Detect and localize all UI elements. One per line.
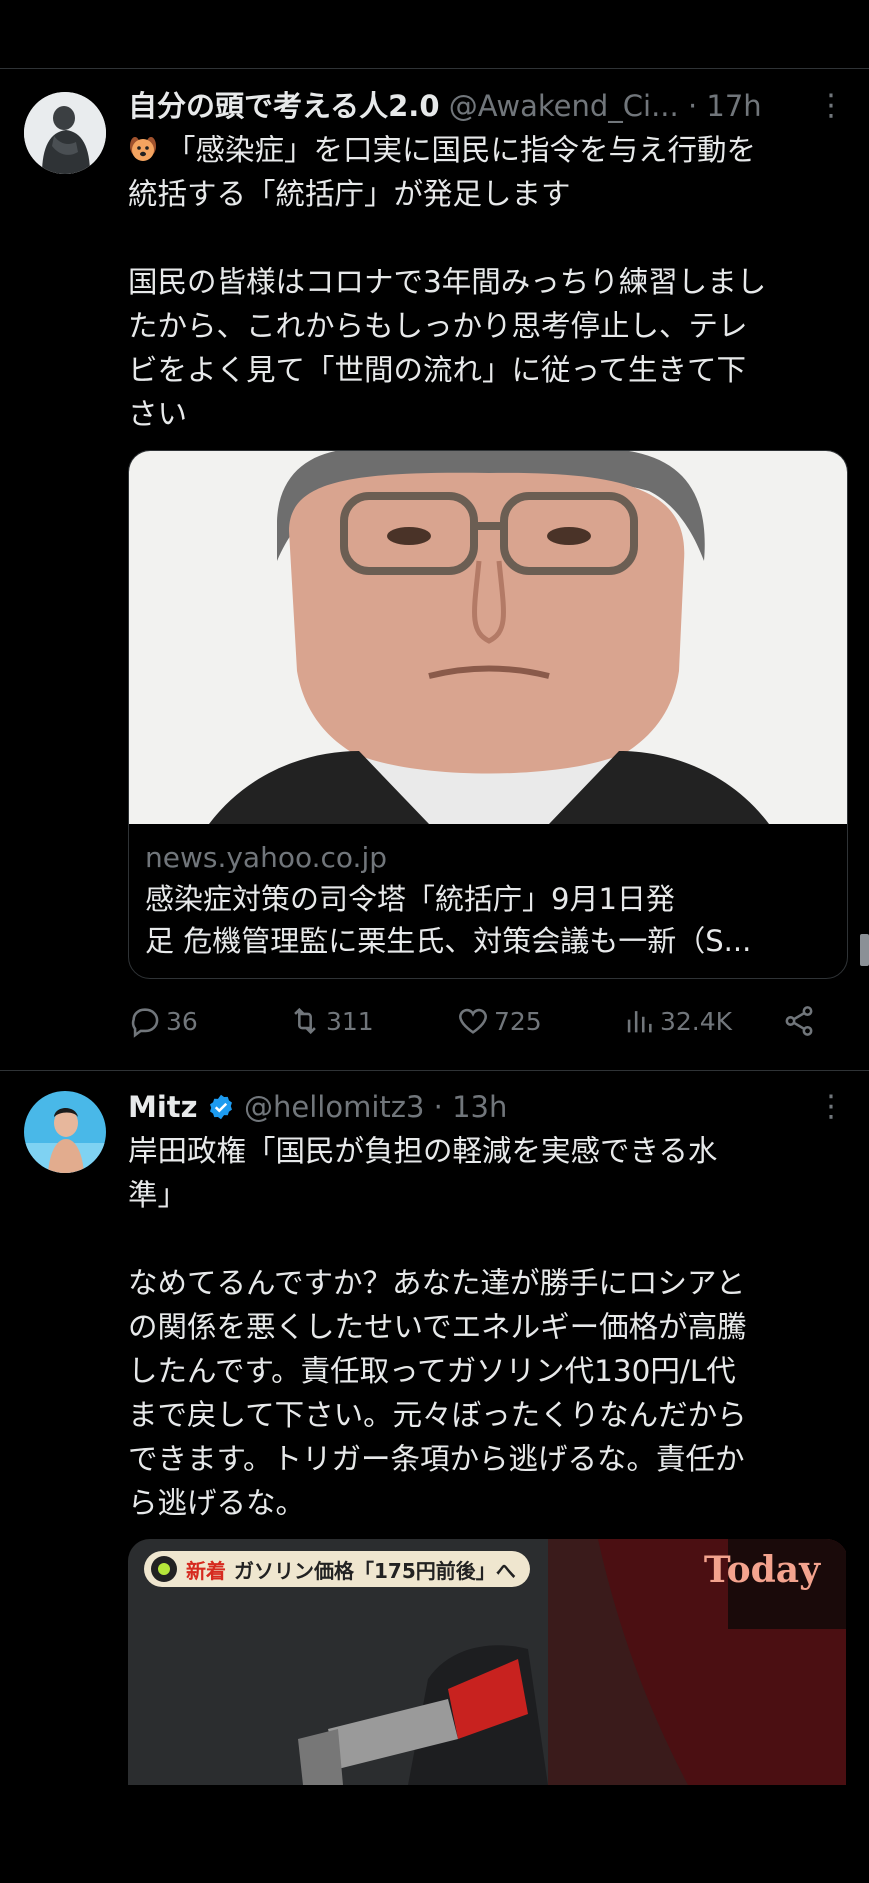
heart-icon (459, 1008, 487, 1034)
more-options-icon[interactable]: ⋮ (814, 84, 848, 128)
views-button[interactable]: 32.4K (622, 993, 732, 1049)
link-domain: news.yahoo.co.jp (145, 841, 387, 874)
link-title: 感染症対策の司令塔「統括庁」9月1日発 (145, 882, 675, 916)
verified-badge-icon (209, 1094, 232, 1120)
program-logo: Today (703, 1549, 820, 1591)
news-caption-banner: 新着 ガソリン価格「175円前後」へ (144, 1551, 530, 1587)
live-dot-icon (151, 1556, 177, 1582)
user-handle[interactable]: @hellomitz3 (244, 1090, 424, 1124)
profile-photo-avatar-image (24, 1091, 106, 1173)
user-handle[interactable]: @Awakend_Ci... (449, 89, 679, 123)
tweet-actions: 36 311 725 32.4K (128, 993, 848, 1049)
reply-button[interactable]: 36 (128, 993, 198, 1049)
new-badge: 新着 (186, 1558, 226, 1583)
tweet-text: 岸田政権「国民が負担の軽減を実感できる水 準」 なめてるんですか？あなた達が勝手… (128, 1134, 747, 1520)
dog-face-emoji-icon (130, 137, 156, 161)
attached-video[interactable]: 新着 ガソリン価格「175円前後」へ Today (128, 1539, 848, 1785)
reply-icon (131, 1008, 159, 1038)
top-bar (0, 0, 869, 69)
more-options-icon[interactable]: ⋮ (814, 1085, 848, 1129)
display-name[interactable]: 自分の頭で考える人2.0 (128, 89, 440, 123)
reply-count: 36 (166, 1006, 198, 1036)
tweet-header: Mitz @hellomitz3 · 13h ⋮ (128, 1085, 848, 1129)
retweet-count: 311 (326, 1006, 374, 1036)
tweet[interactable]: Mitz @hellomitz3 · 13h ⋮ 岸田政権「国民が負担の軽減を実… (0, 1071, 869, 1883)
timestamp[interactable]: · 13h (434, 1090, 508, 1124)
retweet-icon (294, 1007, 316, 1035)
avatar[interactable] (24, 1091, 106, 1173)
tweet-header: 自分の頭で考える人2.0 @Awakend_Ci... · 17h ⋮ (128, 84, 848, 128)
avatar[interactable] (24, 92, 106, 174)
thinker-statue-avatar-image (24, 92, 106, 174)
news-photo-image (129, 451, 847, 824)
view-count: 32.4K (660, 1006, 733, 1036)
news-caption: ガソリン価格「175円前後」へ (234, 1558, 516, 1583)
display-name[interactable]: Mitz (128, 1090, 198, 1124)
tweet-text: 「感染症」を口実に国民に指令を与え行動を 統括する「統括庁」が発足します 国民の… (128, 133, 767, 431)
like-count: 725 (494, 1006, 542, 1036)
tweet[interactable]: 自分の頭で考える人2.0 @Awakend_Ci... · 17h ⋮ 「感染症… (0, 70, 869, 1071)
link-title: 足 危機管理監に栗生氏、対策会議も一新（S... (145, 924, 752, 958)
retweet-button[interactable]: 311 (288, 993, 374, 1049)
share-icon (785, 1006, 813, 1036)
scrollbar-thumb[interactable] (860, 934, 869, 966)
link-card[interactable]: news.yahoo.co.jp 感染症対策の司令塔「統括庁」9月1日発 足 危… (128, 450, 848, 979)
timestamp[interactable]: · 17h (688, 89, 762, 123)
like-button[interactable]: 725 (456, 993, 542, 1049)
analytics-icon (627, 1011, 652, 1033)
share-button[interactable] (782, 993, 816, 1049)
